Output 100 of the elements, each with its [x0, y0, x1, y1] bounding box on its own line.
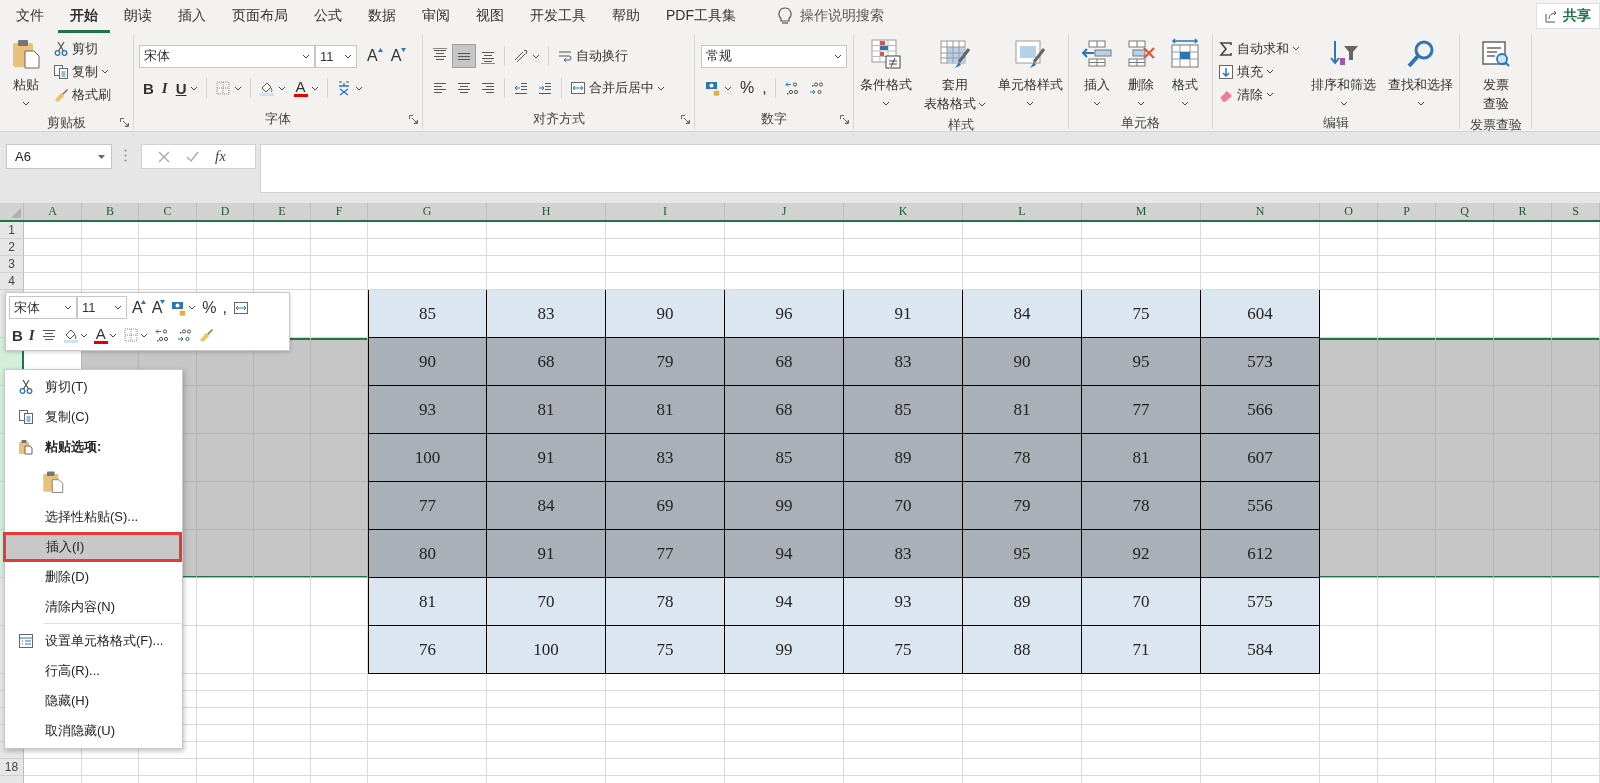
menu-item[interactable]: 清除内容(N) — [5, 592, 182, 622]
column-header[interactable]: N — [1201, 203, 1320, 220]
menu-tab[interactable]: 帮助 — [600, 2, 652, 33]
ribbon-button[interactable]: 复制 — [49, 60, 113, 83]
font-field[interactable]: 宋体 — [9, 296, 77, 320]
row-header[interactable]: 2 — [0, 239, 24, 256]
menu-item[interactable]: 插入(I) — [3, 532, 182, 562]
bold-button[interactable]: B — [139, 76, 158, 100]
column-header[interactable]: M — [1082, 203, 1201, 220]
currency-icon — [705, 80, 721, 96]
menu-item[interactable]: 删除(D) — [5, 562, 182, 592]
share-button[interactable]: 共享 — [1536, 3, 1600, 29]
drag-handle-icon[interactable] — [124, 149, 127, 162]
ribbon-button[interactable]: 排序和筛选 — [1306, 35, 1381, 114]
column-header[interactable]: E — [254, 203, 311, 220]
underline-button[interactable]: U — [171, 76, 202, 100]
column-header[interactable]: S — [1552, 203, 1600, 220]
ribbon-button[interactable]: 自动换行 — [553, 44, 632, 68]
table-cell: 75 — [844, 626, 963, 674]
number-style-button[interactable]: % — [199, 295, 220, 320]
ribbon-button[interactable]: 查找和选择 — [1383, 35, 1458, 114]
menu-item[interactable]: 设置单元格格式(F)... — [5, 626, 182, 656]
name-box[interactable]: A6 — [6, 144, 112, 169]
ribbon-button[interactable]: 剪切 — [49, 37, 102, 60]
formula-field[interactable] — [260, 144, 1600, 193]
column-header[interactable]: J — [725, 203, 844, 220]
font-size-field[interactable]: 11 — [77, 296, 127, 320]
menu-item[interactable]: 隐藏(H) — [5, 686, 182, 716]
menu-tab[interactable]: PDF工具集 — [654, 2, 748, 33]
italic-button[interactable]: I — [157, 76, 172, 100]
number-style-button[interactable]: , — [758, 76, 771, 100]
table-cell: 584 — [1201, 626, 1320, 674]
ribbon-button[interactable]: 清除 — [1214, 83, 1278, 106]
italic-button[interactable]: I — [25, 323, 38, 348]
font-field[interactable]: 宋体 — [139, 44, 315, 68]
ribbon-button[interactable]: 格式 — [1163, 35, 1206, 114]
shrink-font-button[interactable]: A — [148, 295, 169, 320]
ribbon-button[interactable]: 删除 — [1119, 35, 1162, 114]
column-header[interactable]: I — [606, 203, 725, 220]
menu-tab[interactable]: 文件 — [4, 2, 56, 33]
ribbon-button[interactable]: 发票 查验 — [1474, 35, 1517, 116]
column-header[interactable]: O — [1320, 203, 1378, 220]
column-header[interactable]: K — [844, 203, 963, 220]
ribbon-button[interactable]: 自动求和 — [1214, 37, 1304, 60]
menu-item[interactable]: 行高(R)... — [5, 656, 182, 686]
column-header[interactable]: R — [1494, 203, 1552, 220]
bold-button[interactable]: B — [9, 323, 26, 348]
column-header[interactable]: F — [311, 203, 368, 220]
menu-item[interactable]: 取消隐藏(U) — [5, 716, 182, 746]
tell-me-field[interactable]: 操作说明搜索 — [772, 6, 890, 26]
align-right-icon — [480, 80, 496, 96]
font-size-field[interactable]: 11 — [315, 44, 357, 68]
menu-tab[interactable]: 数据 — [356, 2, 408, 33]
menu-tab[interactable]: 开发工具 — [518, 2, 598, 33]
ribbon-button[interactable]: 条件格式 — [854, 35, 917, 114]
ribbon-button[interactable]: 合并后居中 — [566, 76, 669, 100]
column-header[interactable]: H — [487, 203, 606, 220]
menu-tab[interactable]: 插入 — [166, 2, 218, 33]
ribbon-button[interactable]: 插入 — [1075, 35, 1118, 114]
menu-tab[interactable]: 页面布局 — [220, 2, 300, 33]
check-icon[interactable] — [186, 150, 199, 163]
column-header[interactable]: P — [1378, 203, 1436, 220]
font-color-button[interactable]: A — [90, 323, 120, 348]
ribbon-button[interactable]: 单元格样式 — [992, 35, 1068, 114]
grow-font-button[interactable]: A — [129, 295, 149, 320]
font-color-button[interactable]: A — [289, 76, 323, 100]
row-header[interactable]: 3 — [0, 256, 24, 273]
menu-item[interactable]: 剪切(T) — [5, 372, 182, 402]
column-header[interactable]: L — [963, 203, 1082, 220]
ribbon-button[interactable]: 套用 表格格式 — [918, 35, 991, 116]
row-header[interactable]: 1 — [0, 222, 24, 239]
column-header[interactable]: B — [82, 203, 139, 220]
insert-function-button[interactable]: fx — [215, 148, 226, 165]
align-middle-button[interactable] — [452, 44, 476, 68]
menu-item[interactable]: 复制(C) — [5, 402, 182, 432]
row-header[interactable]: 4 — [0, 273, 24, 290]
column-header[interactable]: C — [139, 203, 197, 220]
dialog-launcher-icon[interactable] — [120, 118, 129, 127]
column-header[interactable]: A — [24, 203, 82, 220]
shrink-font-button[interactable]: A — [386, 44, 411, 68]
menu-tab[interactable]: 视图 — [464, 2, 516, 33]
menu-tab[interactable]: 朗读 — [112, 2, 164, 33]
row-header[interactable]: 18 — [0, 759, 24, 776]
ribbon-button[interactable]: 填充 — [1214, 60, 1278, 83]
column-header[interactable]: G — [368, 203, 487, 220]
dialog-launcher-icon[interactable] — [840, 115, 849, 124]
menu-item[interactable]: 选择性粘贴(S)... — [5, 502, 182, 532]
menu-tab[interactable]: 公式 — [302, 2, 354, 33]
table-cell: 81 — [1082, 434, 1201, 482]
column-header[interactable]: D — [197, 203, 254, 220]
grow-font-button[interactable]: A — [363, 44, 387, 68]
dialog-launcher-icon[interactable] — [409, 115, 418, 124]
ribbon-button[interactable]: 粘贴 — [5, 35, 47, 114]
number-style-button[interactable]: % — [736, 76, 759, 100]
column-header[interactable]: Q — [1436, 203, 1494, 220]
menu-tab[interactable]: 审阅 — [410, 2, 462, 33]
number-format-field[interactable]: 常规 — [701, 44, 847, 68]
ribbon-button[interactable]: 格式刷 — [49, 83, 115, 106]
number-style-button[interactable]: , — [219, 295, 231, 320]
dialog-launcher-icon[interactable] — [681, 115, 690, 124]
